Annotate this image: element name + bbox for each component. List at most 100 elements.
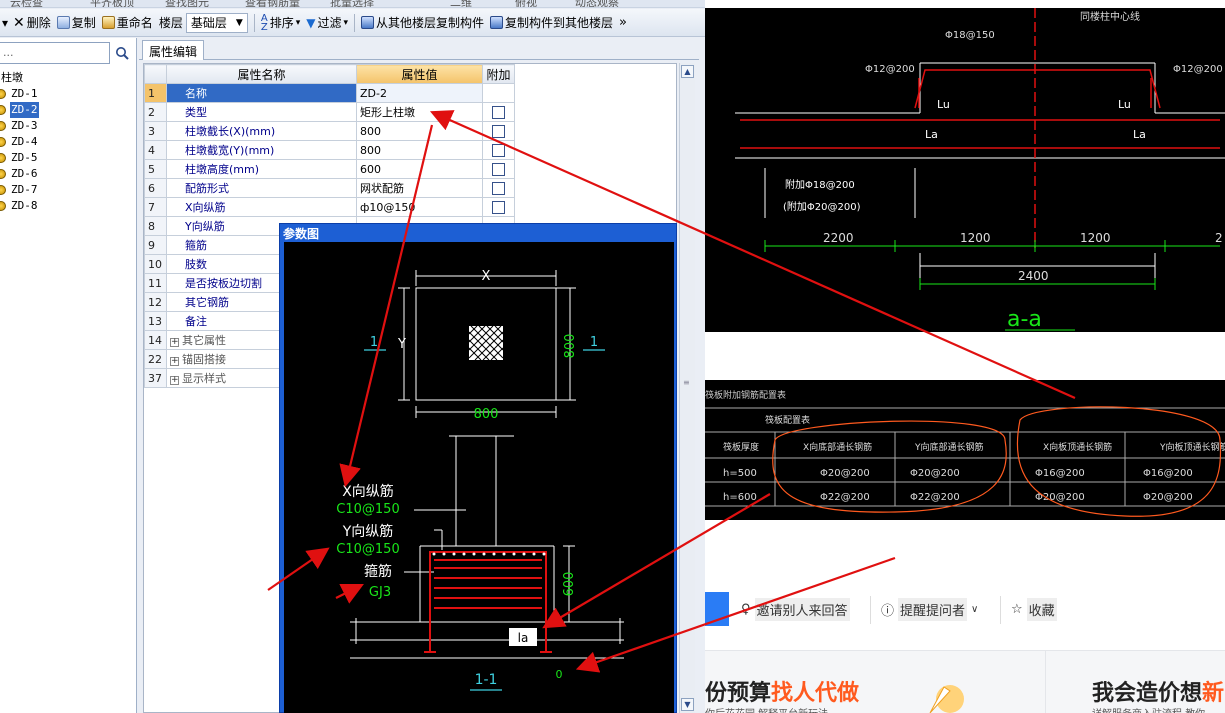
copy-from-floor-button[interactable]: 从其他楼层复制构件 [358, 12, 487, 34]
tree-item[interactable]: ZD-8 [0, 198, 39, 214]
row-number: 14 [144, 330, 167, 350]
tree-item[interactable]: ZD-6 [0, 166, 39, 182]
property-value[interactable]: ZD-2 [356, 83, 483, 103]
vertical-scrollbar[interactable]: ▲ ≡ ▼ [679, 63, 695, 713]
extra-checkbox[interactable] [492, 200, 505, 214]
scroll-up-icon[interactable]: ▲ [681, 65, 694, 78]
property-row[interactable]: 6 配筋形式 网状配筋 [144, 178, 515, 198]
property-name: 柱墩截宽(Y)(mm) [166, 140, 357, 160]
property-value[interactable]: 800 [356, 140, 483, 160]
cad-add-bar1: 附加Φ18@200 [785, 178, 855, 191]
property-value[interactable]: ф10@150 [356, 197, 483, 217]
tree-item[interactable]: ZD-3 [0, 118, 39, 134]
row-number: 4 [144, 140, 167, 160]
table-header: X向板顶通长钢筋 [1043, 441, 1112, 453]
table-cell: Φ16@200 [1143, 468, 1193, 479]
tree-item-label: ZD-8 [11, 199, 38, 212]
copy-from-floor-label: 从其他楼层复制构件 [376, 16, 485, 30]
rebar-config-table: 筏板附加钢筋配置表 筏板配置表 筏板厚度 X向底部通长钢筋 Y向底部通长钢筋 X… [705, 380, 1225, 520]
header-extra[interactable]: 附加 [482, 64, 515, 84]
search-icon[interactable] [113, 44, 131, 62]
sort-button[interactable]: A Z 排序 ▾ [258, 12, 303, 34]
extra-checkbox[interactable] [492, 124, 505, 138]
copy-button[interactable]: 复制 [54, 12, 99, 34]
dropdown-arrow[interactable]: ▾ [0, 12, 10, 34]
property-row[interactable]: 5 柱墩高度(mm) 600 [144, 159, 515, 179]
expand-icon[interactable]: + [170, 357, 179, 366]
property-value[interactable]: 矩形上柱墩 [356, 102, 483, 122]
batch-select-button[interactable]: 批量选择 [330, 0, 374, 7]
cad-dim-1: 2200 [823, 231, 854, 245]
promo-right-title[interactable]: 我会造价想新 [1092, 675, 1224, 707]
extra-checkbox[interactable] [492, 143, 505, 157]
extra-checkbox[interactable] [492, 162, 505, 176]
tree-item-label: ZD-7 [11, 183, 38, 196]
header-name[interactable]: 属性名称 [166, 64, 357, 84]
property-row[interactable]: 3 柱墩截长(X)(mm) 800 [144, 121, 515, 141]
floor-label: 楼层 [158, 16, 183, 30]
tree-item[interactable]: ZD-4 [0, 134, 39, 150]
invite-label: 邀请别人来回答 [754, 597, 850, 621]
row-number: 13 [144, 311, 167, 331]
scroll-grip[interactable]: ≡ [683, 378, 690, 387]
tab-property-edit[interactable]: 属性编辑 [142, 40, 205, 60]
expand-icon[interactable]: + [170, 338, 179, 347]
remind-asker-button[interactable]: ⓘ 提醒提问者 ∨ [881, 594, 978, 624]
2d-view-button[interactable]: 二维 [450, 0, 472, 7]
header-value[interactable]: 属性值 [356, 64, 483, 84]
row-number: 11 [144, 273, 167, 293]
row-number: 6 [144, 178, 167, 198]
expand-icon[interactable]: + [170, 376, 179, 385]
row-number: 9 [144, 235, 167, 255]
top-view-button[interactable]: 俯视 [515, 0, 537, 7]
extra-checkbox[interactable] [492, 105, 505, 119]
header-row: 属性名称 属性值 附加 [144, 64, 515, 84]
delete-button[interactable]: ✕ 删除 [10, 12, 54, 34]
row-number: 1 [144, 83, 167, 103]
tree-item[interactable]: ZD-7 [0, 182, 39, 198]
chevron-down-icon: ▾ [295, 17, 301, 28]
flush-slab-top-button[interactable]: 平齐板顶 [90, 0, 134, 7]
property-row[interactable]: 7 X向纵筋 ф10@150 [144, 197, 515, 217]
property-group-label: 其它属性 [182, 334, 226, 347]
invite-answer-button[interactable]: ♀ 邀请别人来回答 [741, 594, 850, 624]
more-button[interactable]: » [616, 12, 630, 34]
tree-item-selected[interactable]: ZD-2 [0, 102, 39, 118]
property-name: X向纵筋 [166, 197, 357, 217]
scroll-down-icon[interactable]: ▼ [681, 698, 694, 711]
property-group-label: 锚固搭接 [182, 353, 226, 366]
tree-item-label: ZD-4 [11, 135, 38, 148]
cad-rebar-left: Φ12@200 [865, 64, 915, 75]
section-name-label: 1-1 [475, 672, 498, 688]
extra-checkbox[interactable] [492, 181, 505, 195]
floor-select[interactable]: 基础层 ▼ [185, 12, 248, 33]
table-cell: Φ16@200 [1035, 468, 1085, 479]
property-row-selected[interactable]: 1 名称 ZD-2 [144, 83, 515, 103]
search-input[interactable]: ... [0, 42, 110, 64]
plan-x-label: X [482, 269, 491, 284]
property-row[interactable]: 2 类型 矩形上柱墩 [144, 102, 515, 122]
property-value[interactable]: 网状配筋 [356, 178, 483, 198]
table-cell: Φ22@200 [910, 492, 960, 503]
cad-lu-right: Lu [1118, 98, 1131, 111]
row-number: 5 [144, 159, 167, 179]
find-element-button[interactable]: 查找图元 [165, 0, 209, 7]
rename-button[interactable]: 重命名 [99, 12, 156, 34]
filter-button[interactable]: ▼ 过滤 ▾ [303, 12, 351, 34]
property-value[interactable]: 600 [356, 159, 483, 179]
property-extra [482, 178, 515, 198]
tree-root[interactable]: 柱墩 [0, 70, 39, 86]
copy-to-floor-button[interactable]: 复制构件到其他楼层 [487, 12, 616, 34]
view-rebar-qty-button[interactable]: 查看钢筋量 [245, 0, 300, 7]
dynamic-view-button[interactable]: 动态观察 [575, 0, 619, 7]
cad-top-note: 同楼柱中心线 [1080, 10, 1140, 23]
property-value[interactable]: 800 [356, 121, 483, 141]
table-header: X向底部通长钢筋 [803, 441, 872, 453]
collect-button[interactable]: ☆ 收藏 [1011, 594, 1057, 624]
tree-item[interactable]: ZD-1 [0, 86, 39, 102]
component-icon [0, 89, 6, 99]
property-row[interactable]: 4 柱墩截宽(Y)(mm) 800 [144, 140, 515, 160]
tree-item[interactable]: ZD-5 [0, 150, 39, 166]
cloud-check-button[interactable]: 云检查 [10, 0, 43, 7]
promo-left-title[interactable]: 份预算找人代做 [705, 675, 859, 707]
